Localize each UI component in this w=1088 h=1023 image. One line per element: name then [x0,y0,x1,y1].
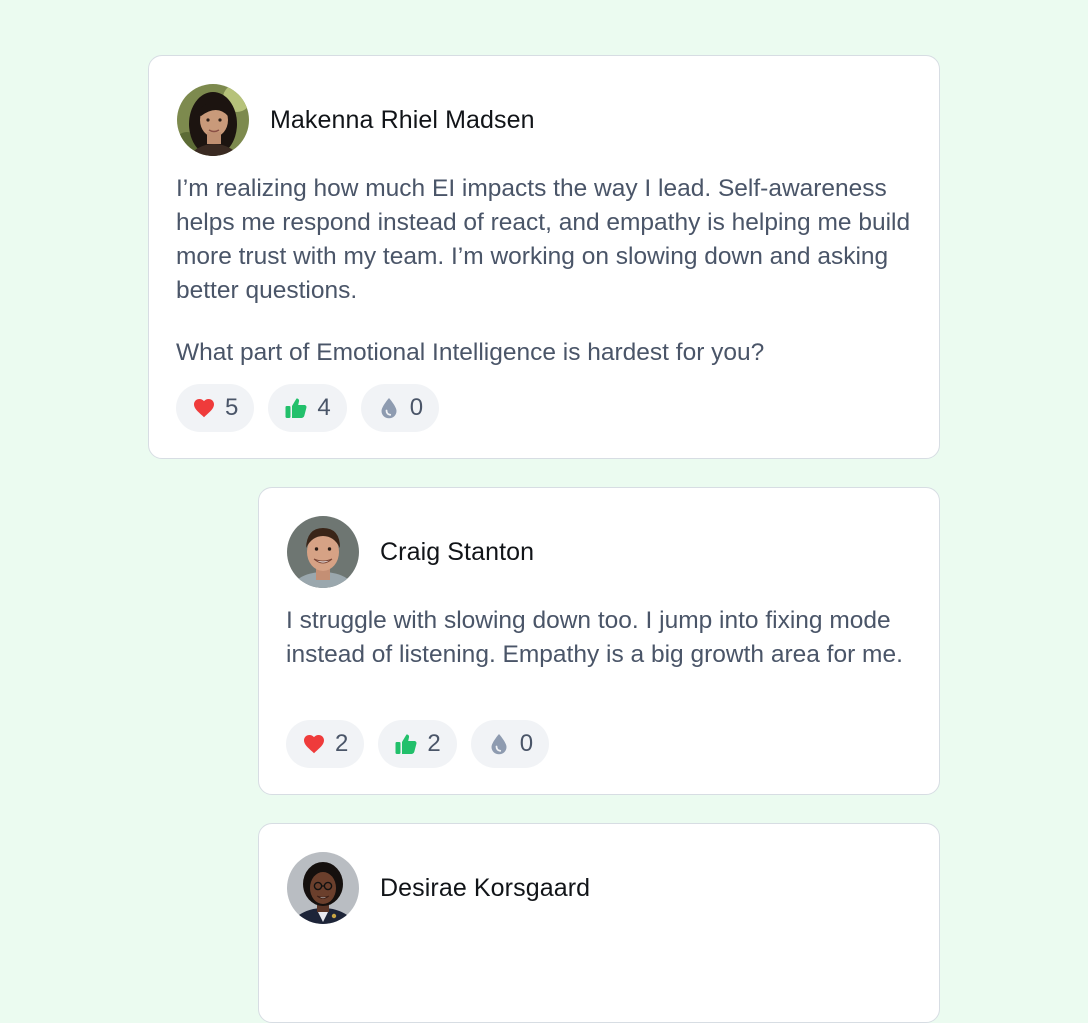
reaction-count: 0 [519,730,534,757]
reaction-count: 2 [335,730,349,757]
author-row: Desirae Korsgaard [287,852,590,924]
reply-paragraph: I struggle with slowing down too. I jump… [286,607,903,668]
post-card: Makenna Rhiel Madsen I’m realizing how m… [148,55,940,459]
drop-reaction-button[interactable]: 0 [470,720,550,768]
drop-reaction-button[interactable]: 0 [360,384,440,432]
drop-icon [381,398,397,419]
reply-card: Craig Stanton I struggle with slowing do… [258,487,940,795]
drop-icon [491,734,507,755]
thumbs-up-reaction-button[interactable]: 2 [378,720,457,768]
avatar[interactable] [177,84,249,156]
heart-icon [194,399,214,418]
reaction-count: 4 [317,394,331,421]
thumbs-up-reaction-button[interactable]: 4 [268,384,347,432]
thumbs-up-icon [395,734,417,754]
reaction-bar: 2 2 0 [286,720,550,768]
author-name[interactable]: Makenna Rhiel Madsen [270,106,535,135]
post-body: I’m realizing how much EI impacts the wa… [176,172,915,370]
reaction-count: 0 [409,394,424,421]
reaction-bar: 5 4 0 [176,384,440,432]
post-paragraph: I’m realizing how much EI impacts the wa… [176,175,911,304]
heart-reaction-button[interactable]: 2 [286,720,365,768]
reply-body: I struggle with slowing down too. I jump… [286,604,915,672]
avatar[interactable] [287,852,359,924]
author-row: Makenna Rhiel Madsen [177,84,535,156]
heart-icon [304,735,324,754]
reaction-count: 5 [225,394,239,421]
thumbs-up-icon [285,398,307,418]
post-question: What part of Emotional Intelligence is h… [176,339,765,366]
heart-reaction-button[interactable]: 5 [176,384,255,432]
author-name[interactable]: Desirae Korsgaard [380,874,590,903]
author-name[interactable]: Craig Stanton [380,538,534,567]
author-row: Craig Stanton [287,516,534,588]
avatar[interactable] [287,516,359,588]
reply-card: Desirae Korsgaard [258,823,940,1023]
reaction-count: 2 [427,730,441,757]
